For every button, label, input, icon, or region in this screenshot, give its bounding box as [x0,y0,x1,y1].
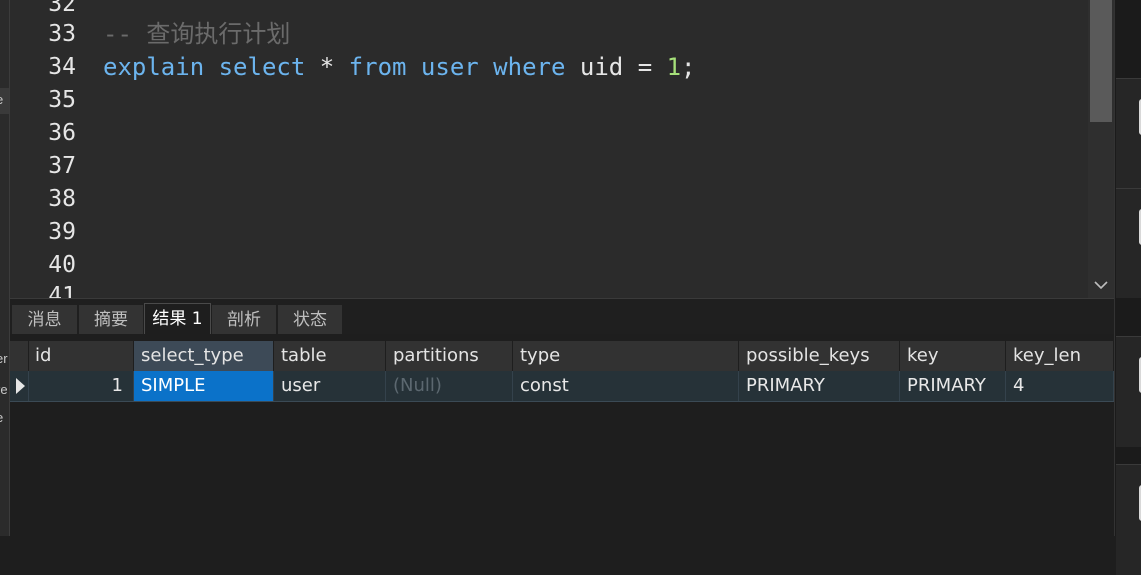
chevron-down-icon[interactable] [1088,276,1114,296]
cell-key[interactable]: PRIMARY [900,371,1006,401]
code-sql-line[interactable]: explain select * from user where uid = 1… [103,51,696,84]
line-number: 34 [48,54,76,80]
number-literal: 1 [666,53,682,81]
line-number-gutter: 32 33 34 35 36 37 38 39 40 41 [10,0,78,298]
tab-profile[interactable]: 剖析 [212,305,277,335]
left-panel-text-fragment: e [0,93,9,107]
keyword-where: where [493,53,566,81]
line-number: 33 [48,21,76,47]
column-header-partitions[interactable]: partitions [386,341,513,371]
line-number: 39 [48,219,76,245]
line-number: 37 [48,153,76,179]
column-identifier: uid [579,53,624,81]
column-header-table[interactable]: table [274,341,386,371]
table-row[interactable]: 1 SIMPLE user (Null) const PRIMARY PRIMA… [10,371,1114,402]
left-object-panel[interactable]: e er re e [0,0,10,536]
left-panel-text-fragment: e [0,411,9,425]
line-number: 41 [48,283,76,298]
column-header-type[interactable]: type [513,341,739,371]
operator-equals: = [637,53,653,81]
operator-star: * [319,53,335,81]
cell-table[interactable]: user [274,371,386,401]
tab-result-1[interactable]: 结果 1 [144,303,211,335]
right-panel-block[interactable] [1116,78,1141,189]
keyword-from: from [348,53,407,81]
column-header-id[interactable]: id [28,341,134,371]
result-grid[interactable]: id select_type table partitions type pos… [10,334,1114,536]
left-panel-text-fragment: re [0,383,8,397]
line-number: 40 [48,252,76,278]
keyword-explain: explain [103,53,205,81]
scrollbar-thumb[interactable] [1090,0,1112,122]
left-panel-text-fragment: er [0,352,8,366]
code-comment-line[interactable]: -- 查询执行计划 [103,18,290,51]
cell-type[interactable]: const [513,371,739,401]
cell-possible-keys[interactable]: PRIMARY [739,371,900,401]
sql-editor[interactable]: 32 33 34 35 36 37 38 39 40 41 -- 查询执行计划 … [10,0,1088,298]
cell-key-len[interactable]: 4 [1006,371,1114,401]
tab-status[interactable]: 状态 [278,305,343,335]
row-selector[interactable] [10,371,29,401]
column-header-possible-keys[interactable]: possible_keys [739,341,900,371]
table-identifier: user [420,53,479,81]
column-header-key-len[interactable]: key_len [1006,341,1114,371]
header-corner [10,341,29,371]
column-header-select-type[interactable]: select_type [134,341,274,371]
right-side-panel [1114,0,1141,575]
row-pointer-icon [16,378,25,394]
result-tabs-bar: 消息 摘要 结果 1 剖析 状态 [10,298,1114,335]
tab-summary[interactable]: 摘要 [79,305,144,335]
right-panel-block[interactable] [1116,464,1141,575]
cell-id[interactable]: 1 [28,371,134,401]
cell-select-type[interactable]: SIMPLE [134,371,274,401]
editor-vertical-scrollbar[interactable] [1088,0,1114,298]
line-number: 38 [48,186,76,212]
right-panel-block[interactable] [1116,188,1141,299]
line-number: 35 [48,87,76,113]
semicolon: ; [681,53,696,81]
cell-partitions[interactable]: (Null) [386,371,513,401]
right-panel-gap [1116,298,1141,332]
right-panel-block[interactable] [1116,336,1141,447]
column-header-key[interactable]: key [900,341,1006,371]
tab-messages[interactable]: 消息 [12,305,78,335]
grid-header-row: id select_type table partitions type pos… [10,341,1114,371]
keyword-select: select [218,53,306,81]
line-number: 36 [48,120,76,146]
